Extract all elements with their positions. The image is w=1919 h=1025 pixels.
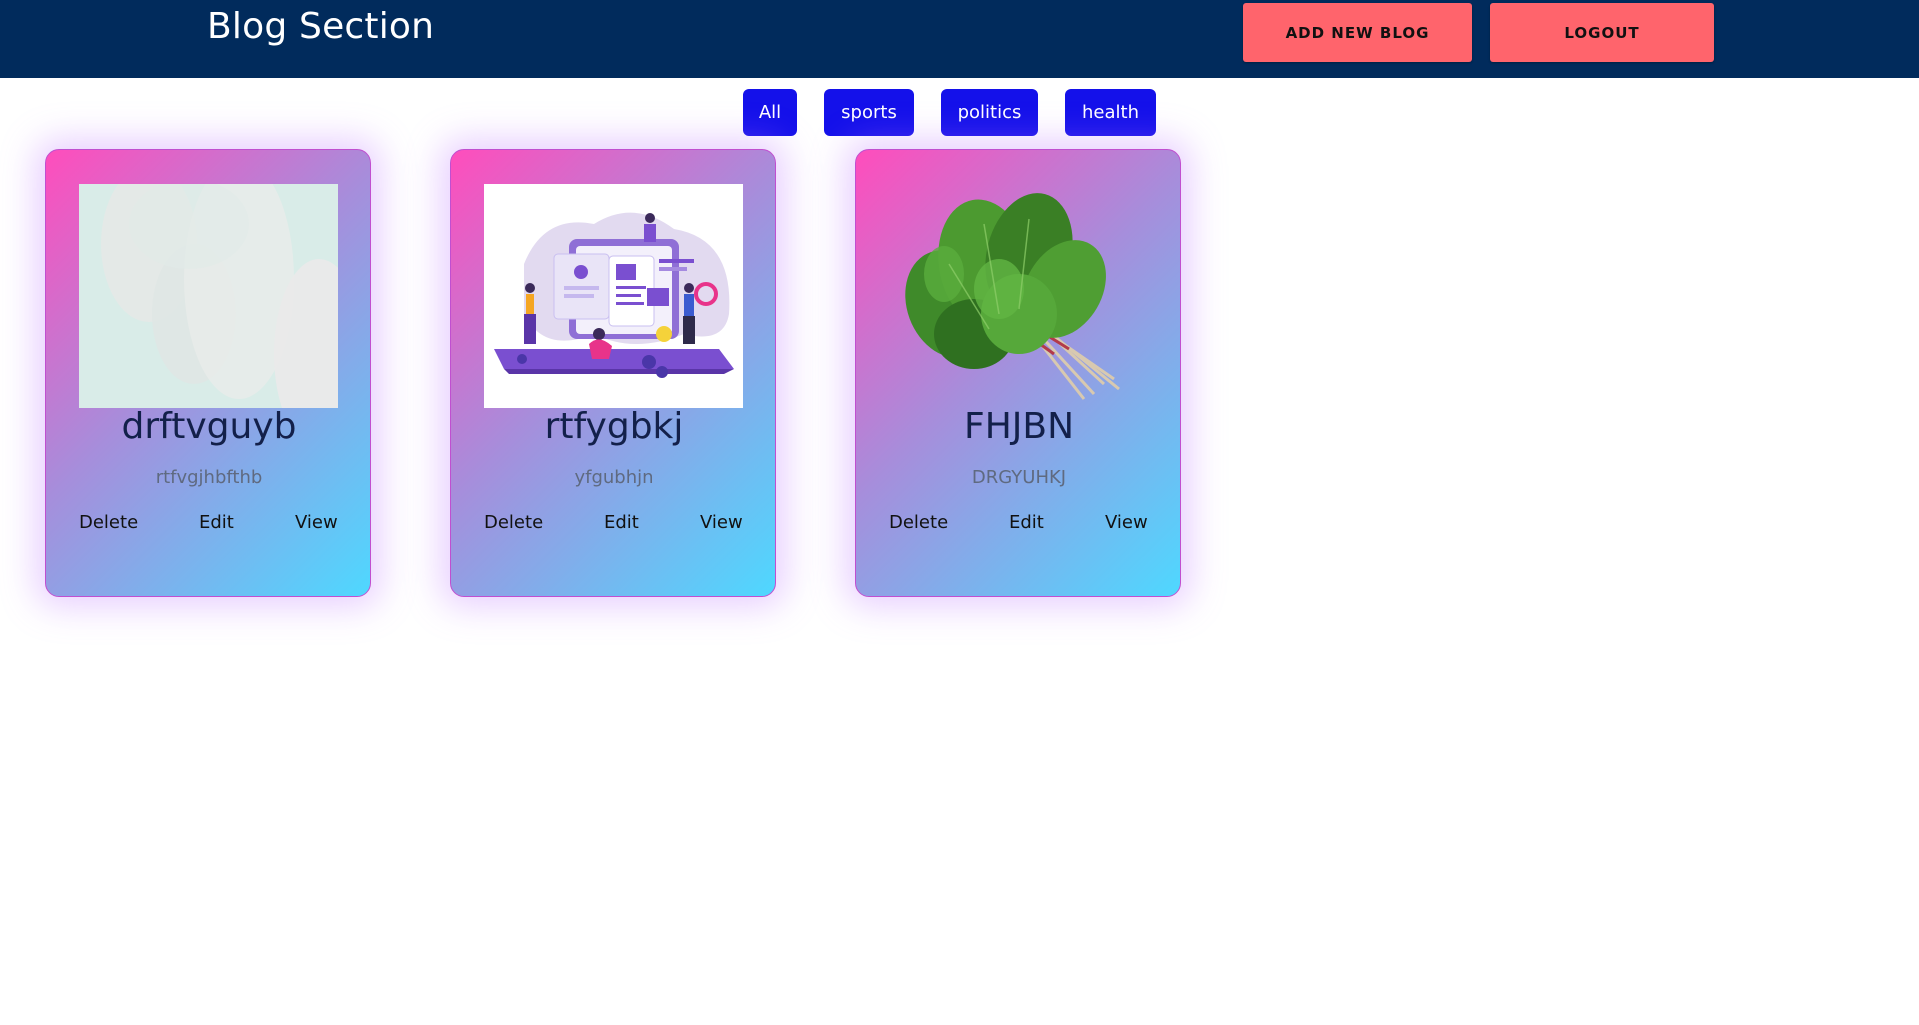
edit-button[interactable]: Edit <box>199 512 234 533</box>
edit-button[interactable]: Edit <box>604 512 639 533</box>
blog-card-image <box>484 184 743 408</box>
blog-subtitle: yfgubhjn <box>574 467 654 488</box>
filter-sports-button[interactable]: sports <box>824 89 914 136</box>
blog-subtitle: DRGYUHKJ <box>971 467 1067 488</box>
delete-button[interactable]: Delete <box>484 512 543 533</box>
view-button[interactable]: View <box>295 512 338 533</box>
page-title: Blog Section <box>207 6 435 47</box>
add-new-blog-button[interactable]: ADD NEW BLOG <box>1243 3 1472 62</box>
blog-card: rtfygbkj yfgubhjn Delete Edit View <box>450 149 776 597</box>
filter-all-button[interactable]: All <box>743 89 797 136</box>
delete-button[interactable]: Delete <box>79 512 138 533</box>
view-button[interactable]: View <box>1105 512 1148 533</box>
blog-card-image <box>79 184 338 408</box>
filter-health-button[interactable]: health <box>1065 89 1156 136</box>
blog-title: FHJBN <box>963 406 1075 447</box>
view-button[interactable]: View <box>700 512 743 533</box>
spinach-image <box>905 193 1120 400</box>
blog-card: drftvguyb rtfvgjhbfthb Delete Edit View <box>45 149 371 597</box>
blog-card-image <box>889 184 1148 408</box>
blog-title: drftvguyb <box>121 406 297 447</box>
blog-subtitle: rtfvgjhbfthb <box>155 467 263 488</box>
navbar: Blog Section ADD NEW BLOG LOGOUT <box>0 0 1919 78</box>
blog-title: rtfygbkj <box>544 406 684 447</box>
delete-button[interactable]: Delete <box>889 512 948 533</box>
blog-card: FHJBN DRGYUHKJ Delete Edit View <box>855 149 1181 597</box>
dashboard-illustration-image <box>484 184 743 408</box>
logout-button[interactable]: LOGOUT <box>1490 3 1714 62</box>
edit-button[interactable]: Edit <box>1009 512 1044 533</box>
filter-politics-button[interactable]: politics <box>941 89 1038 136</box>
abstract-pale-image <box>79 184 338 408</box>
